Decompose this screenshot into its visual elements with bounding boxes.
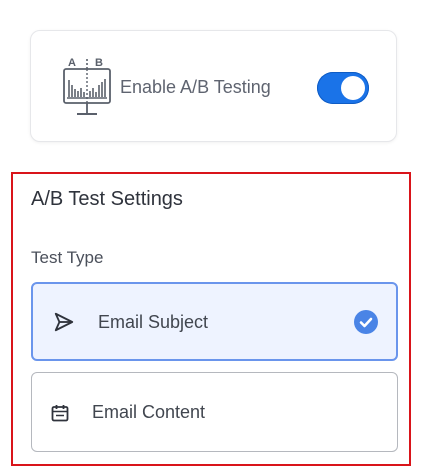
option-email-content-label: Email Content [92, 402, 206, 422]
check-icon [354, 310, 378, 334]
ab-test-settings-panel: A/B Test Settings Test Type Email Subjec… [11, 172, 411, 466]
settings-title: A/B Test Settings [31, 188, 183, 210]
enable-ab-testing-toggle[interactable] [317, 72, 369, 104]
send-icon [54, 312, 74, 332]
ab-testing-card: A B Enable A/B Testing [30, 30, 397, 142]
option-email-content[interactable]: Email Content [31, 372, 398, 452]
enable-ab-testing-label: Enable A/B Testing [120, 77, 271, 97]
ab-test-chart-icon: A B [63, 57, 111, 115]
option-email-subject-label: Email Subject [98, 312, 209, 332]
ab-icon-letter-a: A [68, 57, 76, 69]
calendar-icon [51, 405, 69, 422]
toggle-knob [341, 76, 365, 100]
ab-icon-letter-b: B [95, 57, 103, 69]
option-email-subject[interactable]: Email Subject [31, 282, 398, 361]
test-type-label: Test Type [31, 248, 104, 267]
